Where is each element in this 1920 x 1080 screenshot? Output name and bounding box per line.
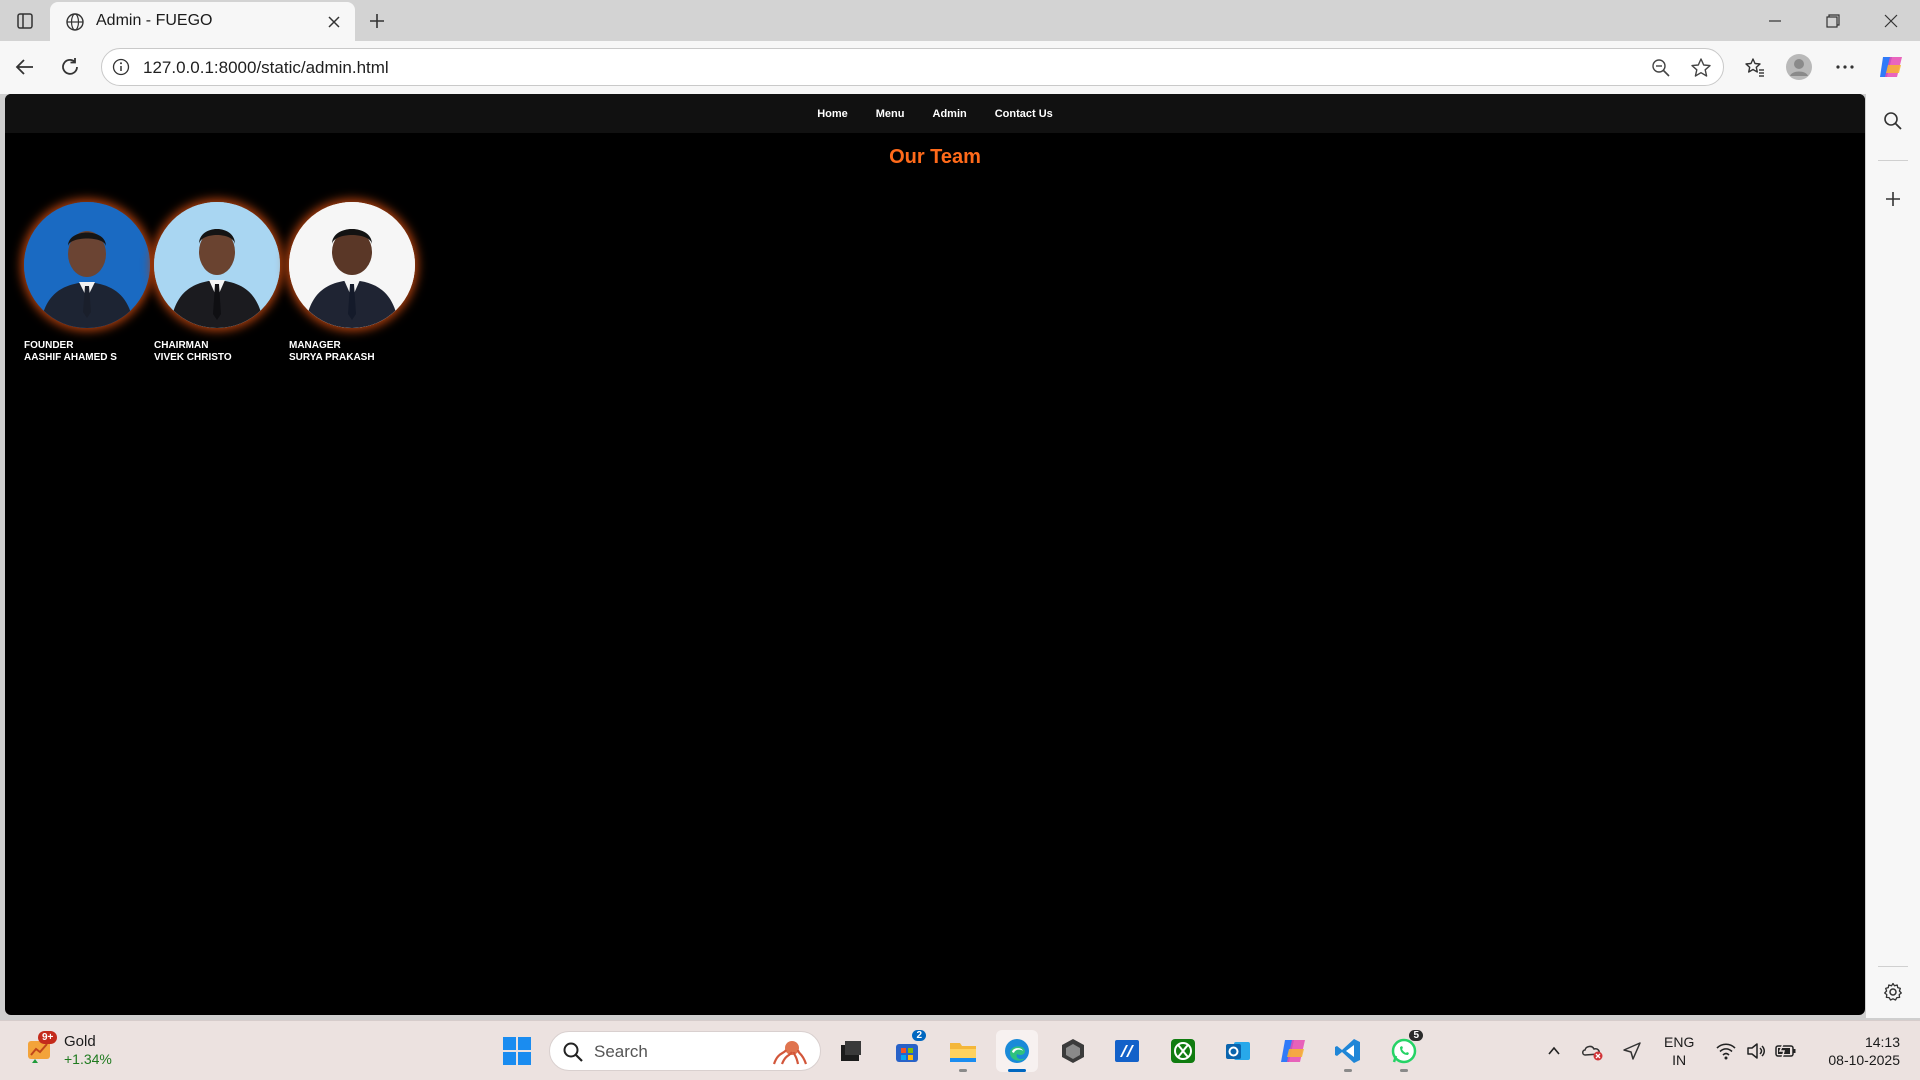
widget-badge: 9+ <box>38 1031 58 1044</box>
volume-icon[interactable] <box>1742 1037 1770 1065</box>
member-name: AASHIF AHAMED S <box>24 352 117 363</box>
restore-icon[interactable] <box>1810 4 1856 38</box>
reload-icon[interactable] <box>53 50 87 84</box>
page-title: Our Team <box>889 146 981 168</box>
more-options-icon[interactable] <box>1828 50 1862 84</box>
address-bar[interactable]: 127.0.0.1:8000/static/admin.html <box>101 48 1724 86</box>
member-photo <box>154 202 280 328</box>
team-member-card: FOUNDER AASHIF AHAMED S <box>24 202 154 363</box>
unity-hub-icon[interactable] <box>1052 1030 1094 1072</box>
search-highlight-icon <box>768 1038 814 1071</box>
member-name: SURYA PRAKASH <box>289 352 375 363</box>
clock-time: 14:13 <box>1864 1034 1900 1050</box>
copilot-icon[interactable] <box>1874 50 1908 84</box>
remote-desktop-icon[interactable] <box>1106 1030 1148 1072</box>
taskbar-clock[interactable]: 14:13 08-10-2025 <box>1814 1033 1900 1069</box>
team-member-card: MANAGER SURYA PRAKASH <box>289 202 419 363</box>
whatsapp-icon[interactable]: 5 <box>1383 1030 1425 1072</box>
sidebar-divider <box>1878 160 1908 161</box>
site-info-icon[interactable] <box>111 57 131 77</box>
copilot-app-icon[interactable] <box>1272 1030 1314 1072</box>
battery-charging-icon[interactable] <box>1772 1037 1800 1065</box>
favorites-icon[interactable] <box>1738 50 1772 84</box>
member-name: VIVEK CHRISTO <box>154 352 232 363</box>
vscode-icon[interactable] <box>1327 1030 1369 1072</box>
nav-link-contact[interactable]: Contact Us <box>995 108 1053 120</box>
chevron-up-icon[interactable] <box>1540 1037 1568 1065</box>
minimize-icon[interactable] <box>1752 4 1798 38</box>
weather-widget[interactable]: 9+ Gold +1.34% <box>20 1029 140 1073</box>
clock-date: 08-10-2025 <box>1828 1052 1900 1068</box>
favorite-star-icon[interactable] <box>1688 55 1714 81</box>
back-arrow-icon[interactable] <box>8 50 42 84</box>
search-icon <box>562 1041 584 1068</box>
region-code: IN <box>1672 1052 1687 1068</box>
xbox-icon[interactable] <box>1162 1030 1204 1072</box>
taskbar-search-input[interactable]: Search <box>549 1031 821 1071</box>
whatsapp-badge: 5 <box>1409 1030 1423 1041</box>
member-role: CHAIRMAN <box>154 340 209 351</box>
tab-actions-icon[interactable] <box>10 6 40 36</box>
edge-browser-icon[interactable] <box>996 1030 1038 1072</box>
sidebar-settings-gear-icon[interactable] <box>1878 977 1908 1007</box>
wifi-icon[interactable] <box>1712 1037 1740 1065</box>
widget-title: Gold <box>64 1033 96 1050</box>
nav-link-menu[interactable]: Menu <box>876 108 905 120</box>
sidebar-add-icon[interactable] <box>1878 184 1908 214</box>
sidebar-search-icon[interactable] <box>1878 106 1908 136</box>
member-role: MANAGER <box>289 340 341 351</box>
close-tab-icon[interactable] <box>322 10 346 34</box>
store-badge: 2 <box>912 1030 926 1041</box>
windows-taskbar: 9+ Gold +1.34% Search 2 5 ENG IN 14:13 0… <box>0 1020 1920 1080</box>
microsoft-store-icon[interactable]: 2 <box>886 1030 928 1072</box>
browser-toolbar: 127.0.0.1:8000/static/admin.html <box>0 41 1920 94</box>
outlook-icon[interactable] <box>1217 1030 1259 1072</box>
edge-sidebar <box>1866 94 1920 1018</box>
member-photo <box>289 202 415 328</box>
location-arrow-icon[interactable] <box>1618 1037 1646 1065</box>
sidebar-divider-bottom <box>1878 966 1908 967</box>
search-placeholder: Search <box>594 1042 648 1061</box>
active-tab[interactable]: Admin - FUEGO <box>50 2 355 41</box>
team-member-card: CHAIRMAN VIVEK CHRISTO <box>154 202 284 363</box>
nav-link-home[interactable]: Home <box>817 108 848 120</box>
close-window-icon[interactable] <box>1868 4 1914 38</box>
language-code: ENG <box>1664 1034 1695 1050</box>
globe-icon <box>64 11 86 33</box>
member-photo <box>24 202 150 328</box>
widget-change: +1.34% <box>64 1051 112 1067</box>
profile-avatar-icon[interactable] <box>1782 50 1816 84</box>
member-role: FOUNDER <box>24 340 74 351</box>
url-text[interactable]: 127.0.0.1:8000/static/admin.html <box>143 58 389 78</box>
zoom-out-icon[interactable] <box>1648 55 1674 81</box>
tab-title: Admin - FUEGO <box>96 12 213 29</box>
file-explorer-icon[interactable] <box>942 1030 984 1072</box>
new-tab-icon[interactable] <box>362 6 392 36</box>
language-indicator[interactable]: ENG IN <box>1664 1033 1694 1069</box>
site-navbar: Home Menu Admin Contact Us <box>5 94 1865 133</box>
page-viewport: Home Menu Admin Contact Us Our Team FOUN… <box>5 94 1865 1015</box>
start-button[interactable] <box>496 1030 538 1072</box>
task-view-icon[interactable] <box>830 1030 872 1072</box>
nav-link-admin[interactable]: Admin <box>933 108 967 120</box>
onedrive-error-icon[interactable] <box>1578 1037 1606 1065</box>
tab-bar: Admin - FUEGO <box>0 0 1920 41</box>
